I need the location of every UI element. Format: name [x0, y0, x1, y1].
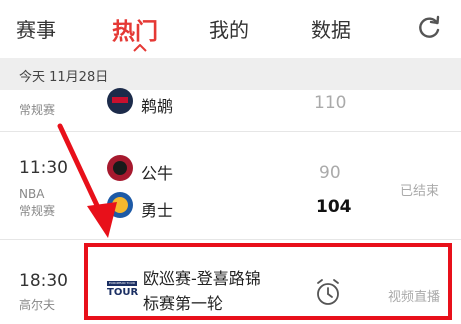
team-score-away: 104: [316, 197, 352, 217]
team-logo-pelicans: [107, 88, 133, 114]
team-name-home: 公牛: [141, 164, 174, 183]
match-time: 11:30: [19, 158, 68, 178]
match-time: 18:30: [19, 271, 68, 291]
date-label: 今天 11月28日: [19, 70, 109, 85]
date-header: 今天 11月28日: [0, 58, 461, 90]
league-label: 高尔夫: [19, 298, 56, 312]
team-score-home: 90: [319, 163, 341, 183]
league-label: 常规赛: [19, 103, 56, 117]
refresh-icon[interactable]: [416, 15, 442, 41]
team-logo-bulls: [107, 155, 133, 181]
match-status: 已结束: [400, 184, 440, 199]
team-score: 110: [314, 93, 347, 113]
tab-mine[interactable]: 我的: [209, 14, 249, 43]
league-label-line2: 常规赛: [19, 204, 56, 218]
team-name-away: 勇士: [141, 201, 174, 220]
match-row-bulls-warriors[interactable]: 11:30 NBA 常规赛 公牛 90 勇士 104 已结束: [0, 132, 461, 238]
tab-hot[interactable]: 热门: [112, 12, 158, 46]
tab-data[interactable]: 数据: [311, 14, 351, 43]
top-tab-bar: 赛事 热门 我的 数据: [0, 0, 461, 54]
annotation-highlight-box: [84, 243, 452, 320]
active-tab-caret-icon: [133, 44, 147, 52]
team-name: 鹈鹕: [141, 97, 174, 116]
match-row-pelicans[interactable]: 常规赛 鹈鹕 110: [0, 88, 461, 130]
team-logo-warriors: [107, 192, 133, 218]
league-label-line1: NBA: [19, 187, 45, 201]
tab-events[interactable]: 赛事: [16, 14, 56, 43]
